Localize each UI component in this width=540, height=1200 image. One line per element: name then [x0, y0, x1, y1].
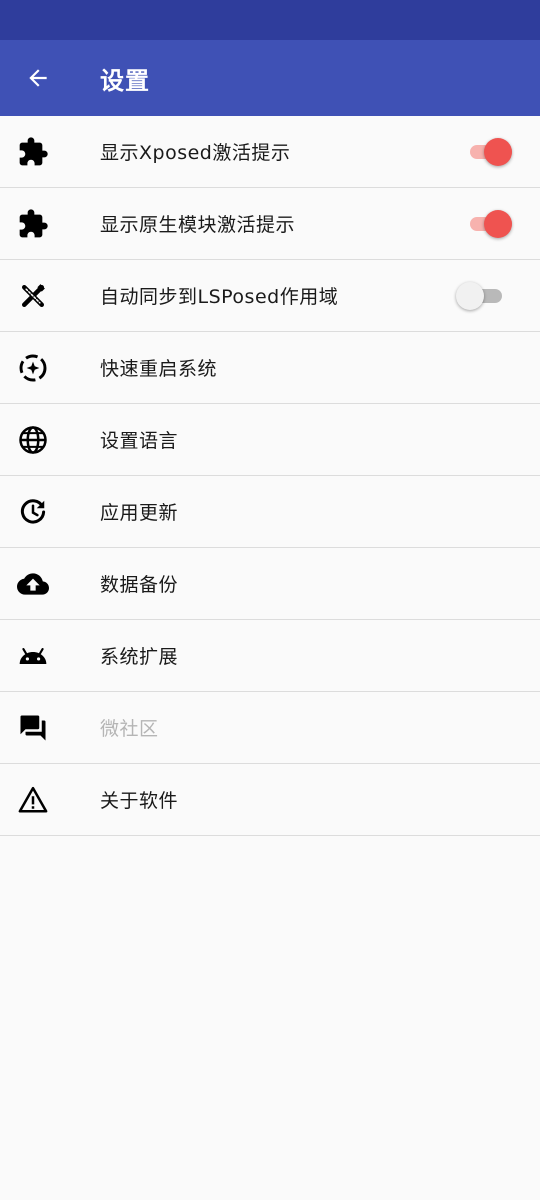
forum-icon [17, 712, 49, 744]
show-xposed-hint-switch[interactable] [470, 137, 512, 167]
setting-label: 设置语言 [100, 430, 179, 452]
puzzle-icon [17, 136, 49, 168]
warning-icon [17, 784, 49, 816]
setting-label: 自动同步到LSPosed作用域 [100, 286, 339, 308]
setting-system-extension[interactable]: 系统扩展 [0, 620, 540, 692]
cloud-upload-icon [17, 568, 49, 600]
setting-label: 快速重启系统 [100, 358, 218, 380]
setting-label: 应用更新 [100, 502, 179, 524]
setting-language[interactable]: 设置语言 [0, 404, 540, 476]
switch-thumb [484, 137, 512, 166]
arrow-back-icon [29, 69, 47, 87]
setting-community[interactable]: 微社区 [0, 692, 540, 764]
setting-show-xposed-hint[interactable]: 显示Xposed激活提示 [0, 116, 540, 188]
puzzle-icon [17, 208, 49, 240]
app-bar: 设置 [0, 40, 540, 116]
setting-about[interactable]: 关于软件 [0, 764, 540, 836]
setting-auto-sync-lsposed[interactable]: 自动同步到LSPosed作用域 [0, 260, 540, 332]
switch-thumb [456, 281, 484, 310]
setting-label: 数据备份 [100, 574, 179, 596]
settings-list: 显示Xposed激活提示 显示原生模块激活提示 自动同步到LSPosed作用域 … [0, 116, 540, 836]
update-icon [17, 496, 49, 528]
switch-thumb [484, 209, 512, 238]
back-button[interactable] [10, 50, 66, 106]
setting-app-update[interactable]: 应用更新 [0, 476, 540, 548]
setting-quick-reboot[interactable]: 快速重启系统 [0, 332, 540, 404]
status-bar [0, 0, 540, 40]
setting-label: 关于软件 [100, 790, 179, 812]
setting-label: 系统扩展 [100, 646, 179, 668]
setting-label: 显示Xposed激活提示 [100, 142, 291, 164]
setting-label: 显示原生模块激活提示 [100, 214, 296, 236]
auto-sync-lsposed-switch[interactable] [456, 281, 502, 311]
setting-data-backup[interactable]: 数据备份 [0, 548, 540, 620]
setting-show-native-hint[interactable]: 显示原生模块激活提示 [0, 188, 540, 260]
setting-label: 微社区 [100, 718, 159, 740]
show-native-hint-switch[interactable] [470, 209, 512, 239]
globe-icon [17, 424, 49, 456]
restart-icon [17, 352, 49, 384]
android-icon [17, 640, 49, 672]
page-title: 设置 [100, 66, 150, 95]
tools-icon [17, 280, 49, 312]
